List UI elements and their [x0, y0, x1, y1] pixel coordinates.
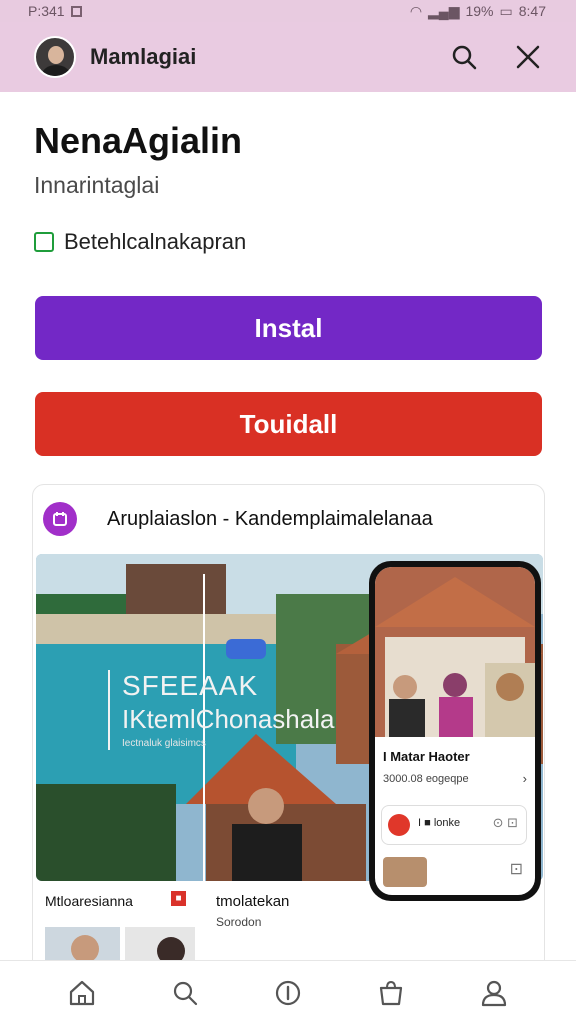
- checkbox-label: Betehlcalnakapran: [64, 229, 247, 254]
- profile-icon: [482, 980, 507, 1006]
- phone-thumbnail: [383, 857, 427, 887]
- phone-mockup: I Matar Haoter 3000.08 eogeqpe › I ■ lon…: [369, 561, 541, 901]
- app-bar: Mamlagiai: [0, 22, 576, 92]
- tile1-label: Mtloaresianna: [45, 893, 133, 909]
- nav-bag[interactable]: [369, 971, 413, 1015]
- chevron-right-icon: ›: [522, 771, 527, 786]
- main-content: NenaAgialin Innarintaglai Betehlcalnakap…: [14, 92, 562, 974]
- signal-icon: ▂▄▆: [428, 2, 460, 19]
- page-subtitle: Innarintaglai: [34, 172, 160, 198]
- card-title: Aruplaiaslon - Kandemplaimalelanaa: [107, 507, 433, 530]
- checkbox-row[interactable]: Betehlcalnakapran: [34, 229, 246, 255]
- status-time: P:341: [28, 3, 65, 19]
- search-button[interactable]: [444, 37, 484, 77]
- home-icon: [69, 980, 94, 1005]
- tile2-label: tmolatekan: [216, 893, 290, 910]
- phone-card-subtitle: 3000.08 eogeqpe: [383, 773, 469, 785]
- search-icon: [173, 981, 197, 1005]
- phone-row-icons: ⊙ ⊡: [492, 815, 518, 830]
- secondary-button[interactable]: Touidall: [35, 392, 542, 456]
- nav-profile[interactable]: [472, 971, 516, 1015]
- phone-screen: I Matar Haoter 3000.08 eogeqpe › I ■ lon…: [375, 567, 535, 895]
- close-button[interactable]: [508, 37, 548, 77]
- status-right: ◠ ▂▄▆ 19% ▭ 8:47: [410, 3, 546, 20]
- notification-icon: [70, 5, 82, 17]
- nav-search[interactable]: [163, 971, 207, 1015]
- app-title: Mamlagiai: [90, 44, 197, 69]
- install-button[interactable]: Instal: [35, 296, 542, 360]
- hero-accent-bar: [108, 670, 110, 750]
- search-icon: [452, 45, 477, 70]
- hero-line3: Iectnaluk glaisimcs: [122, 738, 206, 749]
- nav-home[interactable]: [60, 971, 104, 1015]
- wifi-icon: ◠: [409, 2, 423, 19]
- tile1-flag-icon: ■: [171, 891, 186, 906]
- card-header: Aruplaiaslon - Kandemplaimalelanaa: [33, 485, 544, 553]
- phone-row: I ■ lonke ⊙ ⊡: [381, 805, 527, 845]
- promo-card[interactable]: Aruplaiaslon - Kandemplaimalelanaa SFEEA…: [32, 484, 545, 974]
- close-icon: [516, 45, 540, 69]
- hero-line1: SFEEAAK: [122, 670, 259, 701]
- nav-info[interactable]: [266, 971, 310, 1015]
- lock-icon: ⊡: [509, 861, 523, 878]
- info-icon: [275, 980, 301, 1005]
- bag-icon: [380, 980, 403, 1005]
- status-bar: P:341 ◠ ▂▄▆ 19% ▭ 8:47: [0, 0, 576, 22]
- battery-percent: 19%: [465, 3, 494, 19]
- phone-row-badge-icon: [388, 814, 410, 836]
- page-title: NenaAgialin: [34, 120, 243, 161]
- tile2-subtitle: Sorodon: [216, 915, 262, 929]
- status-left: P:341: [28, 3, 82, 19]
- phone-card-title: I Matar Haoter: [383, 749, 470, 764]
- phone-photo: [375, 567, 535, 737]
- bottom-nav: [0, 960, 576, 1024]
- hero-line2: IKtemlChonashala: [122, 704, 335, 734]
- app-badge-icon: [43, 502, 77, 536]
- avatar[interactable]: [34, 36, 76, 78]
- battery-icon: ▭: [499, 2, 513, 19]
- phone-row-text: I ■ lonke: [418, 817, 461, 829]
- status-clock: 8:47: [518, 3, 546, 19]
- checkbox[interactable]: [34, 232, 54, 252]
